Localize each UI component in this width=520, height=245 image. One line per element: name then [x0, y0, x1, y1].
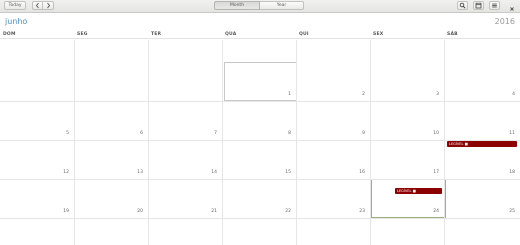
previous-month-button[interactable] — [32, 1, 43, 10]
menu-icon — [490, 2, 499, 9]
day-number[interactable]: 10 — [427, 131, 439, 136]
day-number[interactable]: 19 — [57, 209, 69, 214]
event-bar[interactable]: LEGÍVEL ■ — [447, 141, 517, 147]
weekday-tuesday: TER — [151, 32, 162, 37]
chevron-right-icon — [43, 2, 53, 9]
weekday-saturday: SÁB — [447, 32, 458, 37]
weekday-monday: SEG — [77, 32, 88, 37]
day-number[interactable]: 15 — [279, 170, 291, 175]
day-number[interactable]: 23 — [353, 209, 365, 214]
grid-column-divider — [222, 40, 223, 245]
weekday-sunday: DOM — [3, 32, 16, 37]
chevron-left-icon — [33, 2, 42, 9]
window-close-button[interactable] — [507, 1, 517, 11]
grid-column-divider — [370, 40, 371, 245]
tab-year-view[interactable]: Year — [260, 1, 304, 10]
day-number[interactable]: 3 — [427, 92, 439, 97]
grid-row-divider — [0, 101, 520, 102]
event-bar[interactable]: LEGÍVEL ■ — [395, 188, 442, 194]
calendar-list-icon — [474, 2, 483, 9]
menu-button[interactable] — [489, 1, 500, 10]
day-number[interactable]: 18 — [503, 170, 515, 175]
day-number[interactable]: 2 — [353, 92, 365, 97]
tab-month-view[interactable]: Month — [214, 1, 260, 10]
day-number[interactable]: 13 — [131, 170, 143, 175]
calendars-button[interactable] — [473, 1, 484, 10]
year-title: 2016 — [494, 17, 515, 26]
day-number[interactable]: 22 — [279, 209, 291, 214]
weekday-friday: SEX — [373, 32, 384, 37]
day-number[interactable]: 6 — [131, 131, 143, 136]
day-number[interactable]: 20 — [131, 209, 143, 214]
weekday-thursday: QUI — [299, 32, 309, 37]
month-title: junho — [5, 17, 28, 26]
day-number[interactable]: 16 — [353, 170, 365, 175]
day-number[interactable]: 1 — [279, 92, 291, 97]
day-number[interactable]: 11 — [503, 131, 515, 136]
close-icon — [509, 0, 515, 16]
header-bar: Today Month Year — [0, 0, 520, 13]
grid-column-divider — [148, 40, 149, 245]
search-button[interactable] — [457, 1, 468, 10]
day-number[interactable]: 5 — [57, 131, 69, 136]
day-number[interactable]: 12 — [57, 170, 69, 175]
grid-row-divider — [0, 179, 520, 180]
next-month-button[interactable] — [43, 1, 54, 10]
day-number[interactable]: 24 — [427, 209, 439, 214]
grid-column-divider — [74, 40, 75, 245]
day-number[interactable]: 17 — [427, 170, 439, 175]
day-number[interactable]: 14 — [205, 170, 217, 175]
day-number[interactable]: 21 — [205, 209, 217, 214]
grid-row-divider — [0, 140, 520, 141]
grid-column-divider — [444, 40, 445, 245]
calendar-window: Today Month Year junho 2016 DOM SEG TER … — [0, 0, 520, 245]
today-button[interactable]: Today — [4, 1, 26, 10]
grid-column-divider — [296, 40, 297, 245]
day-number[interactable]: 25 — [503, 209, 515, 214]
weekday-divider — [0, 38, 520, 39]
day-number[interactable]: 8 — [279, 131, 291, 136]
day-number[interactable]: 9 — [353, 131, 365, 136]
grid-row-divider — [0, 218, 520, 219]
day-number[interactable]: 7 — [205, 131, 217, 136]
search-icon — [458, 2, 467, 9]
weekday-wednesday: QUA — [225, 32, 237, 37]
day-number[interactable]: 4 — [503, 92, 515, 97]
